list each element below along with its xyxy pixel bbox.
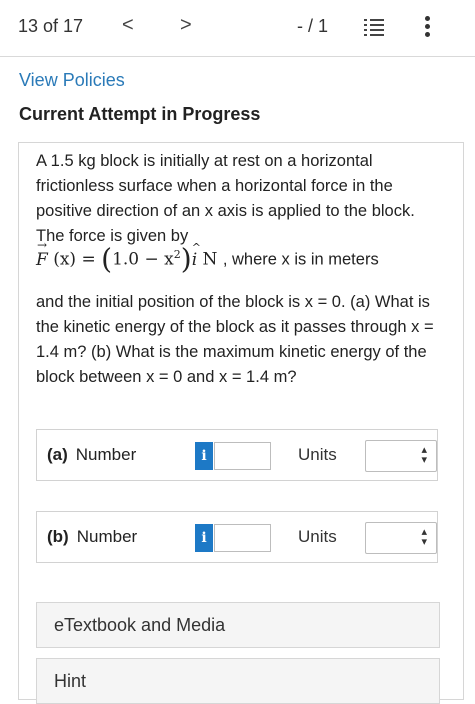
force-equation: F (x) = (1.0 − x2)i N , where x is in me… xyxy=(36,238,379,284)
number-input-a[interactable] xyxy=(214,442,271,470)
answer-label-a: (a) Number xyxy=(47,445,137,464)
attempt-heading: Current Attempt in Progress xyxy=(19,104,261,124)
unit-vector-i: i xyxy=(192,241,202,270)
problem-text-intro: A 1.5 kg block is initially at rest on a… xyxy=(36,152,415,245)
equals-sign: = xyxy=(81,249,96,270)
force-vector-symbol: F xyxy=(36,238,48,270)
chevron-left-icon[interactable]: < xyxy=(122,14,134,36)
units-label-b: Units xyxy=(298,527,337,546)
select-arrows-icon: ▴ ▾ xyxy=(421,526,427,548)
more-vertical-icon[interactable] xyxy=(425,16,431,38)
force-unit: N xyxy=(202,249,218,270)
view-policies-link[interactable]: View Policies xyxy=(19,70,125,91)
units-label-a: Units xyxy=(298,445,337,464)
problem-text-questions: and the initial position of the block is… xyxy=(36,293,434,386)
select-arrows-icon: ▴ ▾ xyxy=(421,444,427,466)
chevron-right-icon[interactable]: > xyxy=(180,14,192,36)
answer-row-a: (a) Number i Units ▴ ▾ xyxy=(36,429,438,481)
number-input-b[interactable] xyxy=(214,524,271,552)
info-button-a[interactable]: i xyxy=(195,442,213,470)
force-argument: (x) xyxy=(53,249,77,270)
answer-row-b: (b) Number i Units ▴ ▾ xyxy=(36,511,438,563)
open-paren: ( xyxy=(101,242,113,276)
answer-label-b: (b) Number xyxy=(47,527,138,546)
units-select-b[interactable]: ▴ ▾ xyxy=(365,522,437,554)
units-select-a[interactable]: ▴ ▾ xyxy=(365,440,437,472)
top-bar: 13 of 17 < > - / 1 xyxy=(0,0,475,57)
force-expression: 1.0 − x xyxy=(112,249,174,270)
page-count: - / 1 xyxy=(297,16,329,36)
close-paren: ) xyxy=(180,242,192,276)
question-counter: 13 of 17 xyxy=(18,16,84,36)
list-icon[interactable] xyxy=(364,18,384,36)
exponent: 2 xyxy=(173,248,181,261)
info-button-b[interactable]: i xyxy=(195,524,213,552)
etextbook-media-panel[interactable]: eTextbook and Media xyxy=(36,602,440,648)
problem-card: A 1.5 kg block is initially at rest on a… xyxy=(18,142,464,704)
hint-panel[interactable]: Hint xyxy=(36,658,440,704)
equation-tail: , where x is in meters xyxy=(222,250,379,269)
